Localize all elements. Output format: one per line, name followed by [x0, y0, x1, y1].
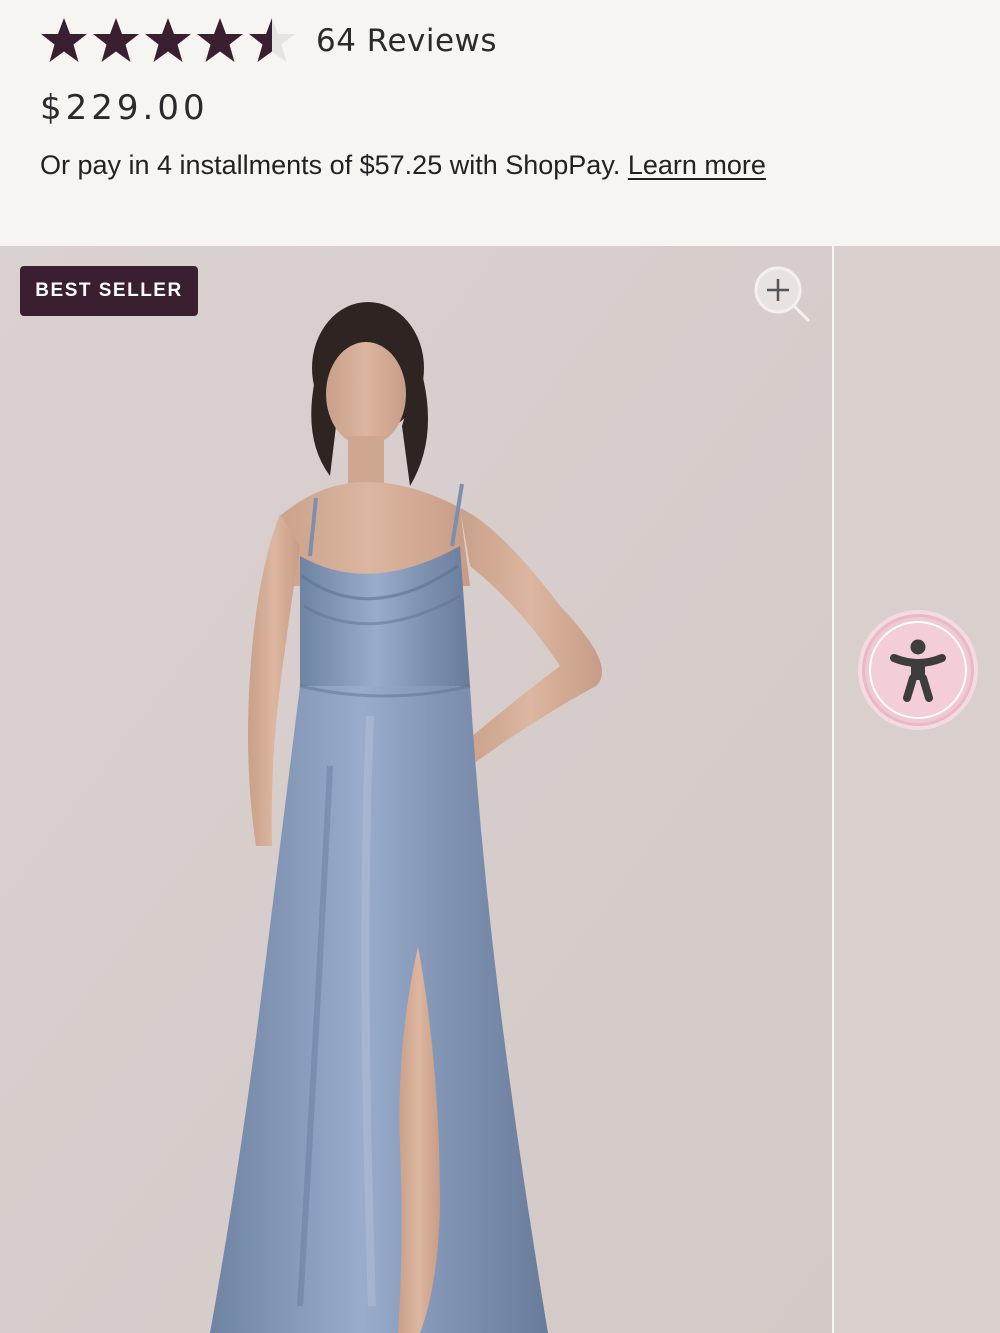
- star-icon: [93, 18, 139, 62]
- star-icon: [41, 18, 87, 62]
- accessibility-button[interactable]: [862, 614, 974, 726]
- star-icon: [197, 18, 243, 62]
- zoom-in-icon[interactable]: [752, 266, 812, 326]
- star-icon: [145, 18, 191, 62]
- half-star-icon: [249, 18, 295, 62]
- rating-row[interactable]: 64 Reviews: [38, 14, 497, 68]
- accessibility-button-inner: [869, 621, 967, 719]
- star-rating: [38, 16, 298, 66]
- installments-info: Or pay in 4 installments of $57.25 with …: [40, 150, 766, 181]
- reviews-count[interactable]: 64 Reviews: [316, 23, 497, 59]
- product-photo: [0, 246, 832, 1333]
- gallery-slide-main[interactable]: BEST SELLER: [0, 246, 832, 1333]
- product-price: $229.00: [40, 88, 209, 128]
- best-seller-badge: BEST SELLER: [20, 266, 198, 316]
- learn-more-link[interactable]: Learn more: [628, 150, 766, 180]
- installments-text: Or pay in 4 installments of $57.25 with …: [40, 150, 621, 180]
- gallery-slide-next[interactable]: [834, 246, 1000, 1333]
- product-gallery[interactable]: BEST SELLER: [0, 246, 1000, 1333]
- accessibility-person-icon: [890, 639, 946, 702]
